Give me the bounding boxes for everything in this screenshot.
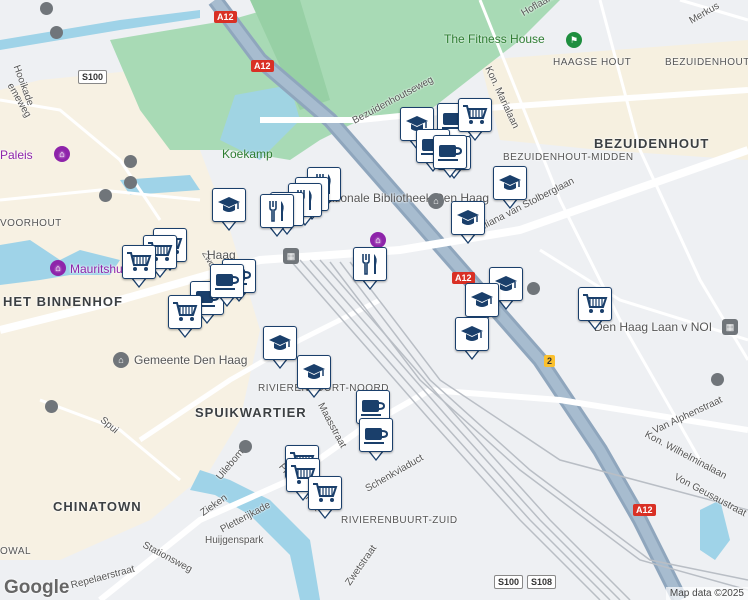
shopping-marker[interactable]: [578, 287, 612, 330]
district-label: HET BINNENHOF: [3, 294, 123, 309]
highway-shield: A12: [251, 60, 274, 72]
shopping-marker[interactable]: [168, 295, 202, 338]
shopping-icon: [458, 98, 492, 132]
tram-stop-icon[interactable]: [45, 400, 58, 413]
education-icon: [263, 326, 297, 360]
education-icon: [465, 283, 499, 317]
poi-label: The Fitness House: [444, 32, 545, 46]
restaurant-marker[interactable]: [353, 247, 387, 290]
education-marker[interactable]: [263, 326, 297, 369]
shopping-icon: [308, 476, 342, 510]
train-station-icon[interactable]: ▦: [283, 248, 299, 264]
route-shield: S100: [494, 575, 524, 589]
route-shield: 2: [544, 355, 556, 367]
education-icon: [297, 355, 331, 389]
route-shield: S108: [527, 575, 557, 589]
district-label: BEZUIDENHOUT-WEST: [665, 57, 748, 68]
education-marker[interactable]: [297, 355, 331, 398]
cafe-icon: [433, 135, 467, 169]
tram-stop-icon[interactable]: [711, 373, 724, 386]
street-label: Huijgenspark: [205, 535, 264, 546]
tram-stop-icon[interactable]: [124, 176, 137, 189]
museum-icon[interactable]: ⌂: [54, 146, 70, 162]
landmark-icon[interactable]: ⌂: [113, 352, 129, 368]
district-label: BEZUIDENHOUT-MIDDEN: [503, 152, 634, 163]
museum-icon[interactable]: ⌂: [50, 260, 66, 276]
highway-shield: A12: [214, 11, 237, 23]
education-icon: [451, 201, 485, 235]
tram-stop-icon[interactable]: [527, 282, 540, 295]
map-canvas[interactable]: HET BINNENHOF SPUIKWARTIER CHINATOWN BEZ…: [0, 0, 748, 600]
district-label: RIVIERENBUURT-ZUID: [341, 515, 458, 526]
district-label: OWAL: [0, 546, 32, 557]
google-logo: Google: [4, 577, 70, 598]
shopping-marker[interactable]: [308, 476, 342, 519]
cafe-icon: [210, 264, 244, 298]
poi-label: Koekamp: [222, 147, 273, 161]
shopping-icon: [578, 287, 612, 321]
poi-label: Paleis: [0, 148, 33, 162]
tram-stop-icon[interactable]: [239, 440, 252, 453]
fitness-icon[interactable]: ⚑: [566, 32, 582, 48]
highway-shield: A12: [633, 504, 656, 516]
poi-label: Gemeente Den Haag: [134, 353, 248, 367]
education-icon: [455, 317, 489, 351]
education-icon: [493, 166, 527, 200]
shopping-marker[interactable]: [122, 245, 156, 288]
route-shield: S100: [78, 70, 108, 84]
district-label: VOORHOUT: [0, 218, 62, 229]
landmark-icon[interactable]: ⌂: [428, 193, 444, 209]
cafe-icon: [359, 418, 393, 452]
cafe-marker[interactable]: [210, 264, 244, 307]
restaurant-marker[interactable]: [260, 194, 294, 237]
map-attribution[interactable]: Map data ©2025: [665, 587, 748, 600]
district-label: CHINATOWN: [53, 499, 142, 514]
train-station-icon[interactable]: ▦: [722, 319, 738, 335]
shopping-icon: [168, 295, 202, 329]
shopping-icon: [122, 245, 156, 279]
tram-stop-icon[interactable]: [40, 2, 53, 15]
tram-stop-icon[interactable]: [99, 189, 112, 202]
cafe-marker[interactable]: [359, 418, 393, 461]
education-icon: [212, 188, 246, 222]
restaurant-icon: [353, 247, 387, 281]
education-marker[interactable]: [493, 166, 527, 209]
education-marker[interactable]: [451, 201, 485, 244]
district-label: HAAGSE HOUT: [553, 57, 632, 68]
shopping-marker[interactable]: [458, 98, 492, 141]
tram-stop-icon[interactable]: [124, 155, 137, 168]
education-marker[interactable]: [455, 317, 489, 360]
tram-stop-icon[interactable]: [50, 26, 63, 39]
cafe-marker[interactable]: [433, 135, 467, 178]
museum-icon[interactable]: ⌂: [370, 232, 386, 248]
district-label: BEZUIDENHOUT: [594, 136, 710, 151]
district-label: SPUIKWARTIER: [195, 405, 307, 420]
restaurant-icon: [260, 194, 294, 228]
education-marker[interactable]: [212, 188, 246, 231]
